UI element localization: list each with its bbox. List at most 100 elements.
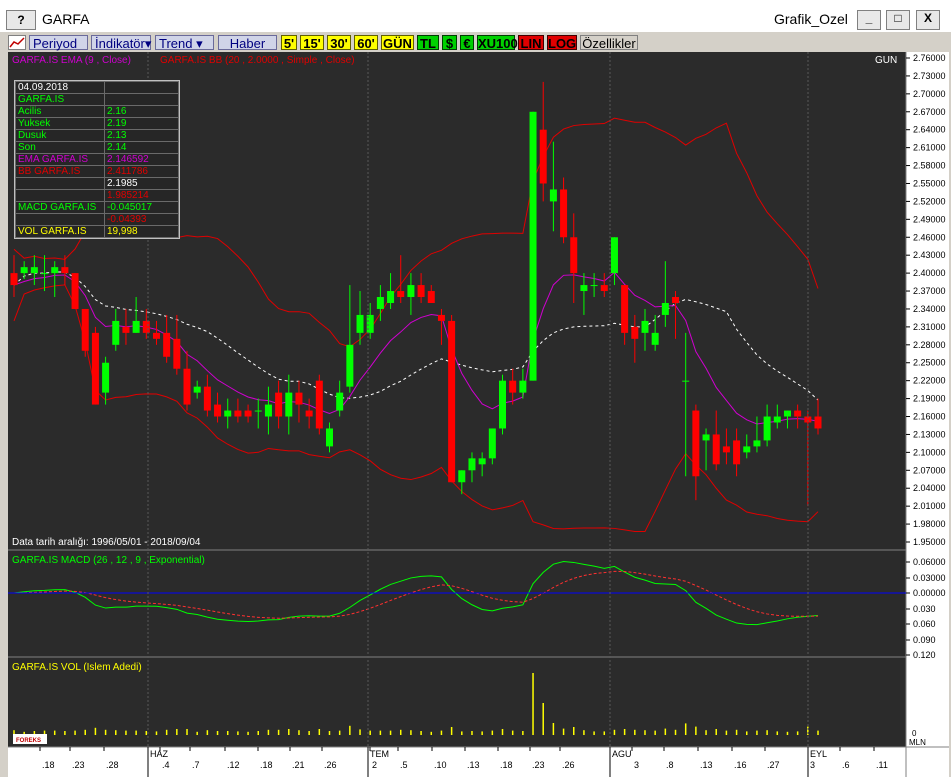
xu100-button[interactable]: XU100 [477,35,518,51]
trend-menu[interactable]: Trend ▾ [155,35,214,51]
trend-label: Trend [159,36,193,51]
close-button[interactable]: X [916,10,940,30]
periyod-menu[interactable]: Periyod ▾ [29,35,88,66]
haber-button[interactable]: Haber [218,35,277,51]
period-5min-button[interactable]: 5' [281,35,297,51]
candle-body [478,458,486,465]
price-tick-label: 2.58000 [913,161,946,171]
candle-body [61,267,69,274]
candle-body [152,332,160,339]
time-tick-label: .7 [192,760,200,770]
macd-tick-label: 0.06000 [913,557,946,567]
period-daily-button[interactable]: GÜN [381,35,414,51]
candle-body [173,338,181,369]
candle-body [336,392,344,411]
maximize-button[interactable]: □ [886,10,910,30]
price-tick-label: 2.13000 [913,429,946,439]
data-row: EMA GARFA.IS 2.146592 [15,153,179,166]
period-15min-button[interactable]: 15' [300,35,324,51]
candle-body [448,320,456,483]
price-tick-label: 2.22000 [913,376,946,386]
candle-body [112,320,120,345]
time-tick-label: 3 [634,760,639,770]
candle-body [427,291,435,303]
candle-body [417,285,425,298]
currency-usd-button[interactable]: $ [442,35,457,51]
candle-body [214,404,222,417]
price-tick-label: 1.98000 [913,519,946,529]
chart-window-title: Grafik_Ozel [774,11,848,27]
price-tick-label: 2.34000 [913,304,946,314]
candle-body [244,410,252,417]
time-tick-label: .18 [260,760,273,770]
chart-type-icon[interactable] [8,35,26,50]
data-row: 04.09.2018 [15,81,179,94]
indikator-label: İndikatör [95,36,145,51]
indikator-menu[interactable]: İndikatör▾ [91,35,151,51]
volume-legend: GARFA.IS VOL (Islem Adedi) [12,662,142,673]
volume-panel [8,657,906,747]
time-tick-label: .28 [106,760,119,770]
price-tick-label: 2.73000 [913,71,946,81]
candle-body [132,320,140,333]
ozellikler-button[interactable]: Özellikler [580,35,638,51]
candle-body [682,380,690,382]
price-tick-label: 2.76000 [913,53,946,63]
price-tick-label: 2.25000 [913,358,946,368]
price-tick-label: 2.46000 [913,232,946,242]
currency-tl-button[interactable]: TL [417,35,439,51]
macd-tick-label: 0.03000 [913,573,946,583]
time-tick-label: .23 [72,760,85,770]
month-tick-label: EYL [810,749,827,759]
period-60min-button[interactable]: 60' [354,35,378,51]
time-tick-label: 2 [372,760,377,770]
candle-body [712,434,720,465]
help-button[interactable]: ? [6,10,36,30]
candle-body [356,314,364,333]
minimize-button[interactable]: _ [857,10,881,30]
linear-scale-button[interactable]: LIN [518,35,544,51]
candle-body [30,267,38,274]
volume-unit-label: MLN [909,738,926,747]
data-row-value: 2.146592 [104,153,179,166]
currency-eur-button[interactable]: € [460,35,474,51]
candle-body [203,386,211,411]
candle-body [641,320,649,333]
time-tick-label: .12 [227,760,240,770]
candle-body [549,189,557,202]
period-30min-button[interactable]: 30' [327,35,351,51]
candle-body [295,392,303,405]
foreks-logo-text: FOREKS [16,738,41,744]
candle-body [814,416,822,429]
data-row: Dusuk 2.13 [15,129,179,142]
candle-body [661,302,669,315]
data-row: 1.985214 [15,189,179,202]
candle-body [254,410,262,412]
data-row-label: VOL GARFA.IS [15,225,105,238]
data-row: BB GARFA.IS 2.411786 [15,165,179,178]
price-tick-label: 2.49000 [913,214,946,224]
candle-body [702,434,710,441]
data-row-label: Dusuk [15,129,105,142]
candle-body [743,446,751,453]
data-row-value: 2.1985 [104,177,179,190]
candle-body [468,458,476,471]
data-row-label: 04.09.2018 [15,81,105,94]
data-row-value: 2.14 [104,141,179,154]
candle-body [692,410,700,477]
candle-body [81,308,89,351]
data-row-label: BB GARFA.IS [15,165,105,178]
candle-body [163,332,171,357]
macd-tick-label: 0.120 [913,650,936,660]
candle-body [224,410,232,417]
time-tick-label: .5 [400,760,408,770]
time-tick-label: .11 [876,760,888,770]
month-tick-label: AGU [612,749,632,759]
time-tick-label: .8 [666,760,674,770]
price-tick-label: 2.40000 [913,268,946,278]
data-row: GARFA.IS [15,93,179,106]
candle-body [285,392,293,417]
candle-body [193,386,201,393]
candle-body [621,285,629,333]
log-scale-button[interactable]: LOG [547,35,577,51]
